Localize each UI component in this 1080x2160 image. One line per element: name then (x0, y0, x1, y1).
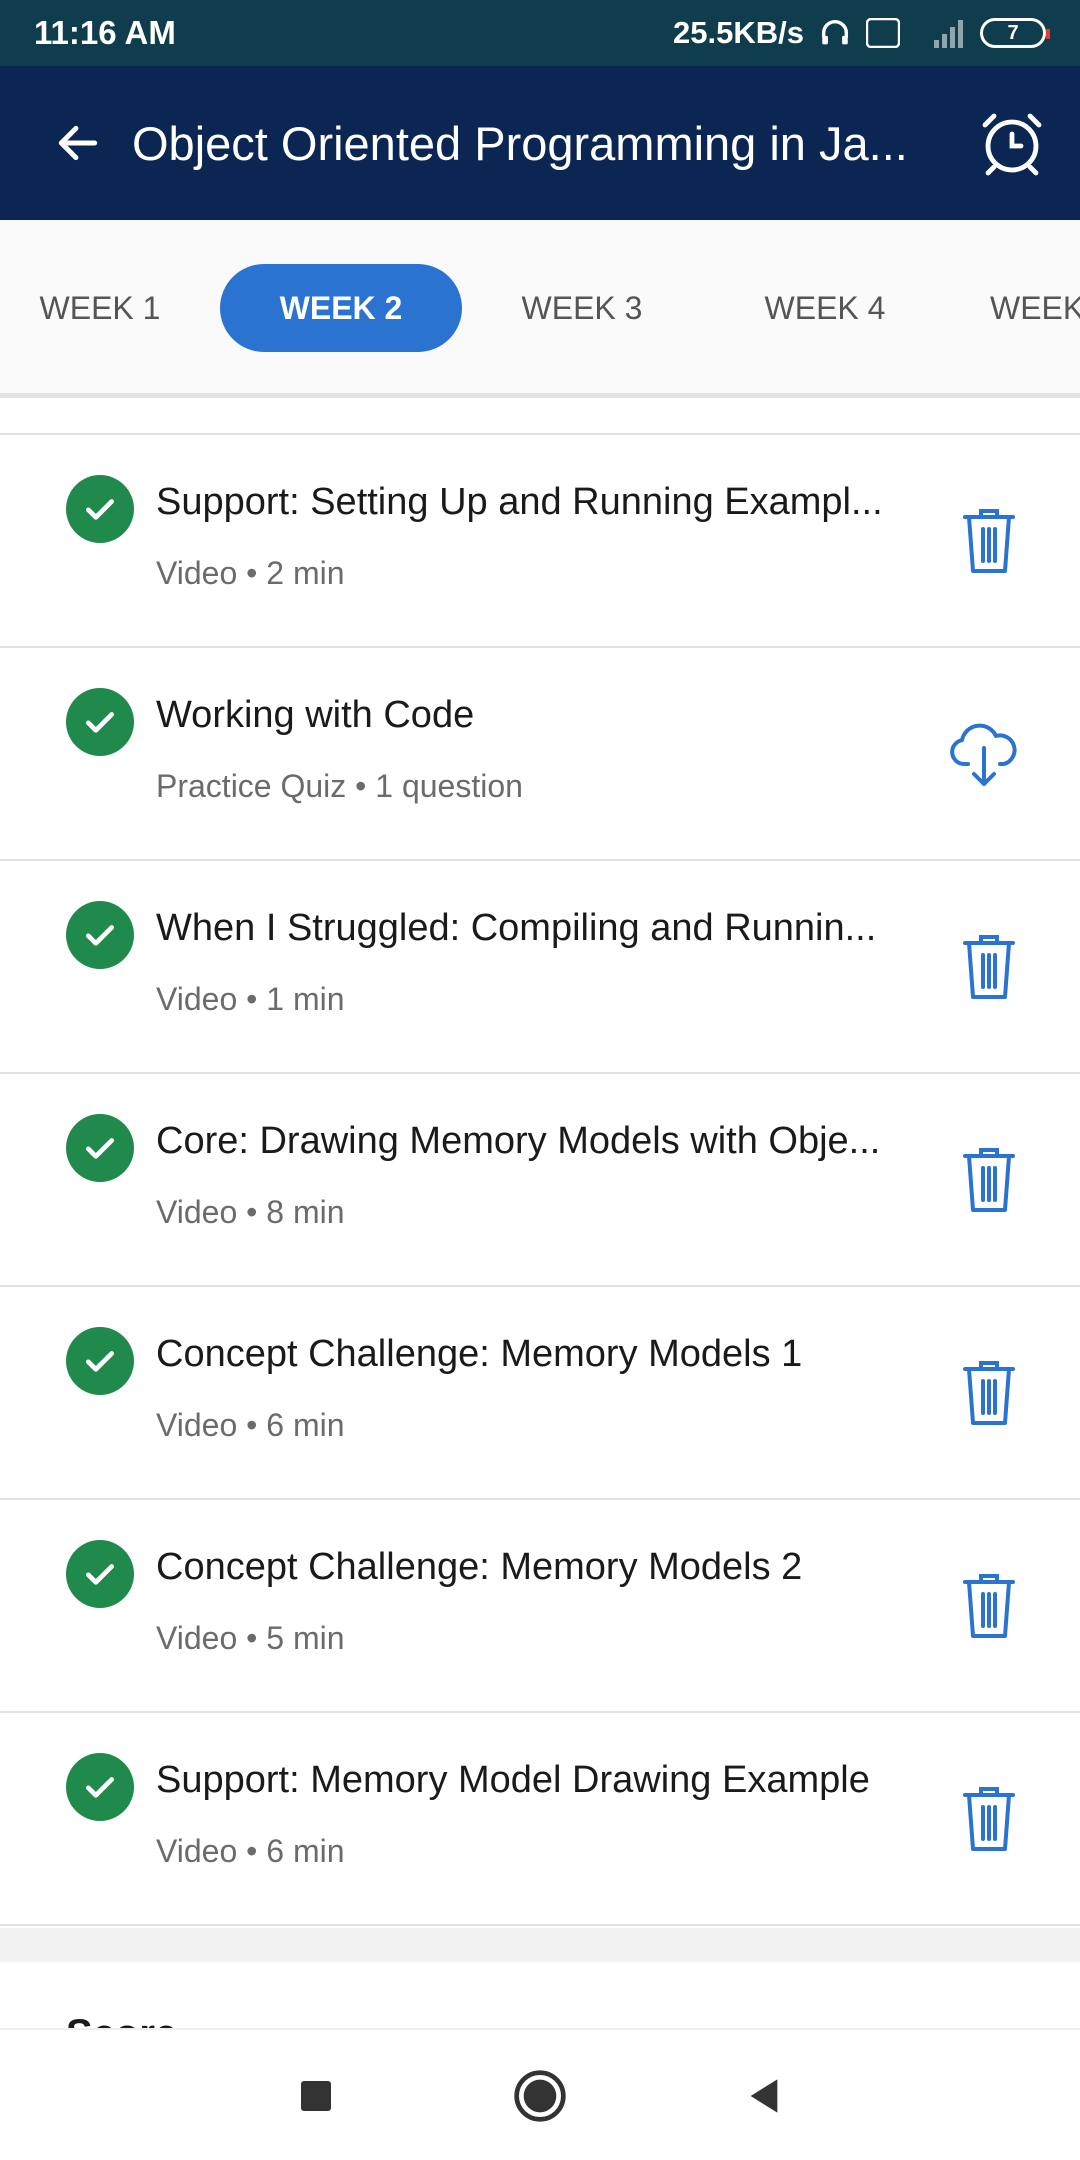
delete-download-button[interactable] (956, 929, 1022, 1005)
list-item[interactable]: Support: Setting Up and Running Exampl..… (0, 435, 1080, 648)
circle-icon (514, 2070, 566, 2122)
headphones-icon (818, 16, 852, 50)
status-time: 11:16 AM (34, 14, 176, 51)
section-separator (0, 1928, 1080, 1962)
item-title: Support: Setting Up and Running Exampl..… (156, 481, 883, 523)
battery-icon: 7 (980, 18, 1050, 48)
item-subtitle: Video • 5 min (156, 1620, 345, 1656)
item-subtitle: Video • 8 min (156, 1194, 345, 1230)
list-item[interactable]: Concept Challenge: Memory Models 1 Video… (0, 1287, 1080, 1500)
trash-icon (963, 1574, 1015, 1638)
check-circle-icon (66, 688, 134, 756)
list-item[interactable]: Support: Memory Model Drawing Example Vi… (0, 1713, 1080, 1926)
list-item[interactable]: Working with Code Practice Quiz • 1 ques… (0, 648, 1080, 861)
tab-week-3[interactable]: WEEK 3 (502, 264, 662, 352)
next-section: Score (0, 1962, 1080, 2028)
item-title: When I Struggled: Compiling and Runnin..… (156, 907, 877, 949)
list-item[interactable]: Concept Challenge: Memory Models 2 Video… (0, 1500, 1080, 1713)
status-bar: 11:16 AM 25.5KB/s 7 (0, 0, 1080, 66)
alarm-clock-icon (982, 113, 1042, 176)
trash-icon (963, 1148, 1015, 1212)
item-subtitle: Practice Quiz • 1 question (156, 768, 523, 804)
item-title: Working with Code (156, 694, 475, 736)
check-circle-icon (66, 1114, 134, 1182)
signal-icon (914, 16, 966, 50)
check-circle-icon (66, 1327, 134, 1395)
back-nav-button[interactable] (734, 2066, 794, 2126)
item-title: Support: Memory Model Drawing Example (156, 1759, 870, 1801)
section-heading: Score (66, 2012, 177, 2028)
check-circle-icon (66, 1540, 134, 1608)
trash-icon (963, 1787, 1015, 1851)
trash-icon (963, 509, 1015, 573)
app-bar: Object Oriented Programming in Ja... (0, 66, 1080, 220)
reminder-button[interactable] (974, 105, 1050, 181)
home-button[interactable] (510, 2066, 570, 2126)
square-icon (301, 2081, 331, 2111)
lesson-list: Support: Setting Up and Running Exampl..… (0, 435, 1080, 1926)
tab-week-4[interactable]: WEEK 4 (745, 264, 905, 352)
system-nav-bar (0, 2028, 1080, 2160)
item-subtitle: Video • 2 min (156, 555, 345, 591)
item-subtitle: Video • 1 min (156, 981, 345, 1017)
delete-download-button[interactable] (956, 1781, 1022, 1857)
cloud-download-icon (950, 723, 1017, 786)
trash-icon (963, 935, 1015, 999)
back-button[interactable] (46, 111, 110, 175)
list-item[interactable]: When I Struggled: Compiling and Runnin..… (0, 861, 1080, 1074)
check-circle-icon (66, 475, 134, 543)
week-tabs: WEEK 1 WEEK 2 WEEK 3 WEEK 4 WEEK 5 (0, 220, 1080, 398)
item-subtitle: Video • 6 min (156, 1407, 345, 1443)
tab-week-5[interactable]: WEEK 5 (990, 264, 1080, 352)
check-circle-icon (66, 901, 134, 969)
delete-download-button[interactable] (956, 1568, 1022, 1644)
download-button[interactable] (946, 716, 1022, 792)
item-title: Concept Challenge: Memory Models 1 (156, 1333, 803, 1375)
delete-download-button[interactable] (956, 1355, 1022, 1431)
page-title: Object Oriented Programming in Ja... (132, 116, 908, 170)
triangle-back-icon (750, 2079, 778, 2113)
tab-week-1[interactable]: WEEK 1 (20, 264, 180, 352)
item-title: Concept Challenge: Memory Models 2 (156, 1546, 803, 1588)
arrow-left-icon (58, 125, 98, 161)
net-speed: 25.5KB/s (673, 15, 804, 50)
status-icons: 25.5KB/s 7 (673, 15, 1050, 51)
check-circle-icon (66, 1753, 134, 1821)
list-item[interactable]: Core: Drawing Memory Models with Obje...… (0, 1074, 1080, 1287)
volte-icon (866, 18, 900, 48)
delete-download-button[interactable] (956, 1142, 1022, 1218)
recents-button[interactable] (286, 2066, 346, 2126)
tab-week-2[interactable]: WEEK 2 (220, 264, 462, 352)
item-subtitle: Video • 6 min (156, 1833, 345, 1869)
delete-download-button[interactable] (956, 503, 1022, 579)
item-title: Core: Drawing Memory Models with Obje... (156, 1120, 881, 1162)
trash-icon (963, 1361, 1015, 1425)
